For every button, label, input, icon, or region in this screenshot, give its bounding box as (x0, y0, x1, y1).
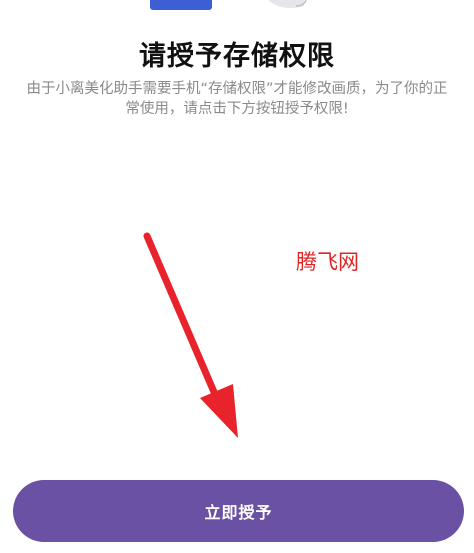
grant-permission-button[interactable]: 立即授予 (13, 480, 464, 542)
page-title: 请授予存储权限 (139, 41, 335, 72)
permission-description: 由于小离美化助手需要手机“存储权限”才能修改画质，为了你的正常使用，请点击下方按… (26, 81, 448, 117)
watermark-text: 腾飞网 (296, 250, 359, 274)
permission-illustration (150, 0, 307, 10)
